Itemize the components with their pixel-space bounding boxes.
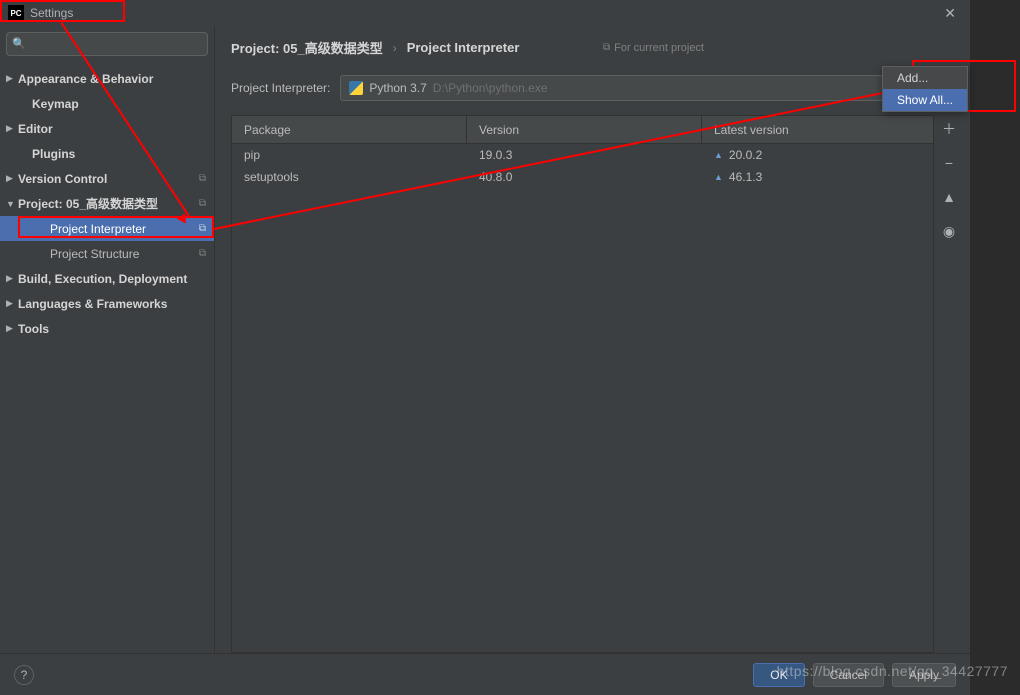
interpreter-name: Python 3.7 xyxy=(369,81,426,95)
sidebar-item-6[interactable]: Project Interpreter ⧉ xyxy=(0,216,214,241)
sidebar-item-0[interactable]: ▶Appearance & Behavior xyxy=(0,66,214,91)
tree-arrow-icon: ▶ xyxy=(6,323,18,334)
menu-item-add[interactable]: Add... xyxy=(883,67,967,89)
sidebar-item-1[interactable]: Keymap xyxy=(0,91,214,116)
sidebar-item-label: Languages & Frameworks xyxy=(18,297,206,311)
package-table-wrap: Package Version Latest version pip19.0.3… xyxy=(231,115,964,653)
upgrade-available-icon: ▲ xyxy=(714,150,723,160)
interpreter-path: D:\Python\python.exe xyxy=(433,81,548,95)
window-title: Settings xyxy=(30,6,73,20)
sidebar-item-2[interactable]: ▶Editor xyxy=(0,116,214,141)
copy-icon: ⧉ xyxy=(199,173,206,184)
sidebar-item-label: Project Interpreter xyxy=(50,222,195,236)
interpreter-row: Project Interpreter: Python 3.7 D:\Pytho… xyxy=(215,75,970,115)
pycharm-logo-icon: PC xyxy=(8,5,24,21)
table-row[interactable]: setuptools40.8.0 ▲ 46.1.3 xyxy=(232,166,933,188)
sidebar-item-3[interactable]: Plugins xyxy=(0,141,214,166)
copy-icon: ⧉ xyxy=(199,248,206,259)
copy-icon: ⧉ xyxy=(199,198,206,209)
watermark-text: https://blog.csdn.net/qq_34427777 xyxy=(777,663,1008,679)
breadcrumb-separator-icon: › xyxy=(393,41,397,55)
th-package[interactable]: Package xyxy=(232,116,467,143)
menu-item-show-all[interactable]: Show All... xyxy=(883,89,967,111)
sidebar-item-label: Appearance & Behavior xyxy=(18,72,206,86)
titlebar: PC Settings ✕ xyxy=(0,0,970,26)
sidebar-item-label: Keymap xyxy=(32,97,206,111)
content-pane: Project: 05_高级数据类型 › Project Interpreter… xyxy=(215,26,970,653)
sidebar-item-label: Project Structure xyxy=(50,247,195,261)
copy-icon: ⧉ xyxy=(603,42,610,53)
settings-tree[interactable]: ▶Appearance & BehaviorKeymap▶EditorPlugi… xyxy=(0,62,214,653)
cell-version: 40.8.0 xyxy=(467,170,702,184)
interpreter-label: Project Interpreter: xyxy=(231,81,330,95)
sidebar-item-8[interactable]: ▶Build, Execution, Deployment xyxy=(0,266,214,291)
table-row[interactable]: pip19.0.3 ▲ 20.0.2 xyxy=(232,144,933,166)
cell-version: 19.0.3 xyxy=(467,148,702,162)
sidebar-item-9[interactable]: ▶Languages & Frameworks xyxy=(0,291,214,316)
package-side-buttons: ＋ − ▲ ◉ xyxy=(934,115,964,653)
settings-window: PC Settings ✕ 🔍 ▶Appearance & BehaviorKe… xyxy=(0,0,970,695)
sidebar-item-label: Project: 05_高级数据类型 xyxy=(18,195,195,212)
cell-package: pip xyxy=(232,148,467,162)
main-area: 🔍 ▶Appearance & BehaviorKeymap▶EditorPlu… xyxy=(0,26,970,653)
sidebar-item-7[interactable]: Project Structure ⧉ xyxy=(0,241,214,266)
tree-arrow-icon: ▶ xyxy=(6,273,18,284)
interpreter-gear-menu: Add... Show All... xyxy=(882,66,968,112)
cell-latest: ▲ 46.1.3 xyxy=(702,170,933,184)
sidebar-item-label: Editor xyxy=(18,122,206,136)
close-icon[interactable]: ✕ xyxy=(938,3,962,24)
package-table[interactable]: Package Version Latest version pip19.0.3… xyxy=(231,115,934,653)
tree-arrow-icon: ▼ xyxy=(6,199,18,209)
th-latest[interactable]: Latest version xyxy=(702,116,933,143)
help-button[interactable]: ? xyxy=(14,665,34,685)
sidebar-item-10[interactable]: ▶Tools xyxy=(0,316,214,341)
sidebar-item-label: Plugins xyxy=(32,147,206,161)
sidebar-item-label: Version Control xyxy=(18,172,195,186)
sidebar-item-label: Tools xyxy=(18,322,206,336)
search-icon: 🔍 xyxy=(12,37,26,50)
sidebar-item-label: Build, Execution, Deployment xyxy=(18,272,206,286)
upgrade-available-icon: ▲ xyxy=(714,172,723,182)
tree-arrow-icon: ▶ xyxy=(6,173,18,184)
badge-text: For current project xyxy=(614,42,704,54)
python-icon xyxy=(349,81,363,95)
sidebar-item-4[interactable]: ▶Version Control ⧉ xyxy=(0,166,214,191)
tree-arrow-icon: ▶ xyxy=(6,298,18,309)
sidebar-item-5[interactable]: ▼Project: 05_高级数据类型 ⧉ xyxy=(0,191,214,216)
search-wrap: 🔍 xyxy=(0,26,214,62)
settings-sidebar: 🔍 ▶Appearance & BehaviorKeymap▶EditorPlu… xyxy=(0,26,215,653)
add-package-button[interactable]: ＋ xyxy=(939,119,959,139)
latest-version-text: 46.1.3 xyxy=(729,170,762,184)
copy-icon: ⧉ xyxy=(199,223,206,234)
interpreter-select[interactable]: Python 3.7 D:\Python\python.exe ▼ xyxy=(340,75,900,101)
table-body: pip19.0.3 ▲ 20.0.2 setuptools40.8.0 ▲ 46.1.3 xyxy=(232,144,933,188)
for-current-project-badge: ⧉ For current project xyxy=(603,42,704,54)
breadcrumb-page: Project Interpreter xyxy=(407,40,520,55)
breadcrumb: Project: 05_高级数据类型 › Project Interpreter… xyxy=(215,26,970,75)
editor-gutter-strip xyxy=(970,0,1020,695)
show-early-releases-button[interactable]: ◉ xyxy=(939,221,959,241)
remove-package-button[interactable]: − xyxy=(939,153,959,173)
table-header: Package Version Latest version xyxy=(232,116,933,144)
cell-latest: ▲ 20.0.2 xyxy=(702,148,933,162)
search-input[interactable] xyxy=(6,32,208,56)
tree-arrow-icon: ▶ xyxy=(6,73,18,84)
tree-arrow-icon: ▶ xyxy=(6,123,18,134)
th-version[interactable]: Version xyxy=(467,116,702,143)
upgrade-package-button[interactable]: ▲ xyxy=(939,187,959,207)
breadcrumb-project: Project: 05_高级数据类型 xyxy=(231,38,383,57)
cell-package: setuptools xyxy=(232,170,467,184)
latest-version-text: 20.0.2 xyxy=(729,148,762,162)
